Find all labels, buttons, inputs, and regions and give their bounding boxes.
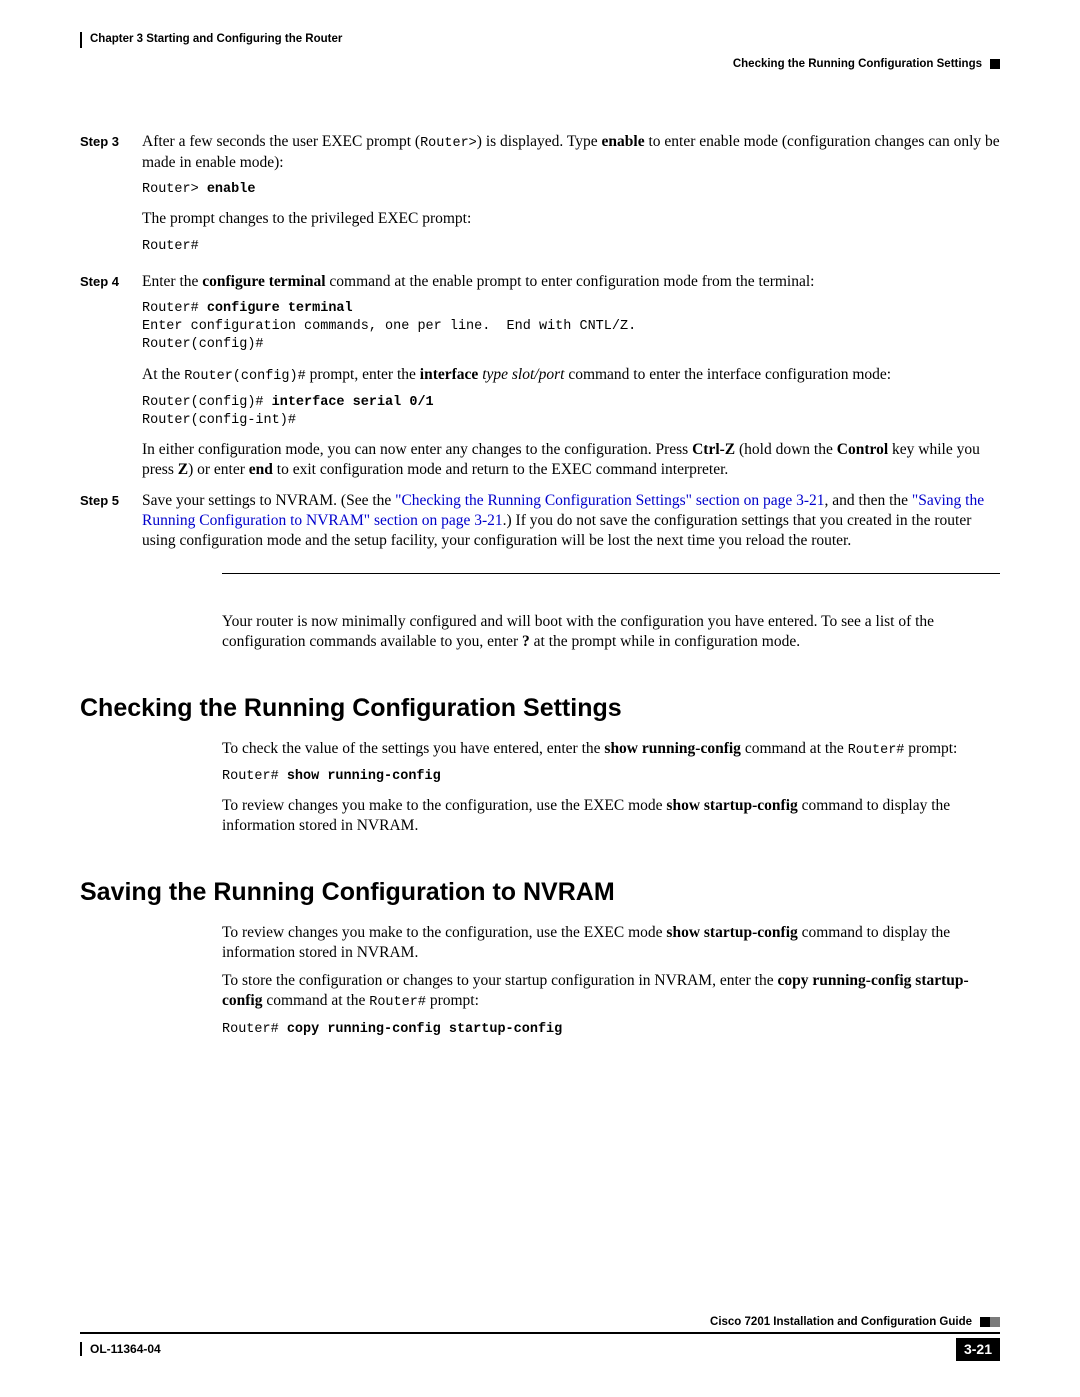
footer-guide-title: Cisco 7201 Installation and Configuratio… [710,1315,972,1330]
after-steps-p1: Your router is now minimally configured … [222,612,1000,652]
step-4-p3: In either configuration mode, you can no… [142,440,1000,480]
step-4-p2: At the Router(config)# prompt, enter the… [142,365,1000,386]
step-3-label: Step 3 [80,132,142,266]
step-3-p2: The prompt changes to the privileged EXE… [142,209,1000,229]
heading-saving-nvram: Saving the Running Configuration to NVRA… [80,876,1000,909]
step-4-p1: Enter the configure terminal command at … [142,272,1000,292]
sec2-p1: To review changes you make to the config… [222,923,1000,963]
footer-doc-id: OL-11364-04 [90,1342,161,1358]
page-number: 3-21 [956,1338,1000,1361]
header-section: Checking the Running Configuration Setti… [733,57,982,72]
step-5-label: Step 5 [80,491,142,559]
step-3-p1: After a few seconds the user EXEC prompt… [142,132,1000,173]
heading-checking-config: Checking the Running Configuration Setti… [80,692,1000,725]
sec2-p2: To store the configuration or changes to… [222,971,1000,1012]
section-divider [222,573,1000,574]
step-3-code2: Router# [142,238,1000,256]
header-chapter: Chapter 3 Starting and Configuring the R… [90,32,342,47]
step-4-label: Step 4 [80,272,142,489]
sec1-p1: To check the value of the settings you h… [222,739,1000,760]
footer-marker-icon [980,1317,1000,1327]
step-3-code1: Router> enable [142,181,1000,199]
sec2-code: Router# copy running-config startup-conf… [222,1021,1000,1039]
step-4-code1: Router# configure terminal Enter configu… [142,300,1000,355]
step-5-p1: Save your settings to NVRAM. (See the "C… [142,491,1000,551]
header-marker-icon [990,59,1000,69]
sec1-code: Router# show running-config [222,768,1000,786]
footer-bar-icon [80,1342,82,1356]
step-4-code2: Router(config)# interface serial 0/1 Rou… [142,394,1000,430]
sec1-p2: To review changes you make to the config… [222,796,1000,836]
link-checking-config[interactable]: "Checking the Running Configuration Sett… [395,492,824,509]
